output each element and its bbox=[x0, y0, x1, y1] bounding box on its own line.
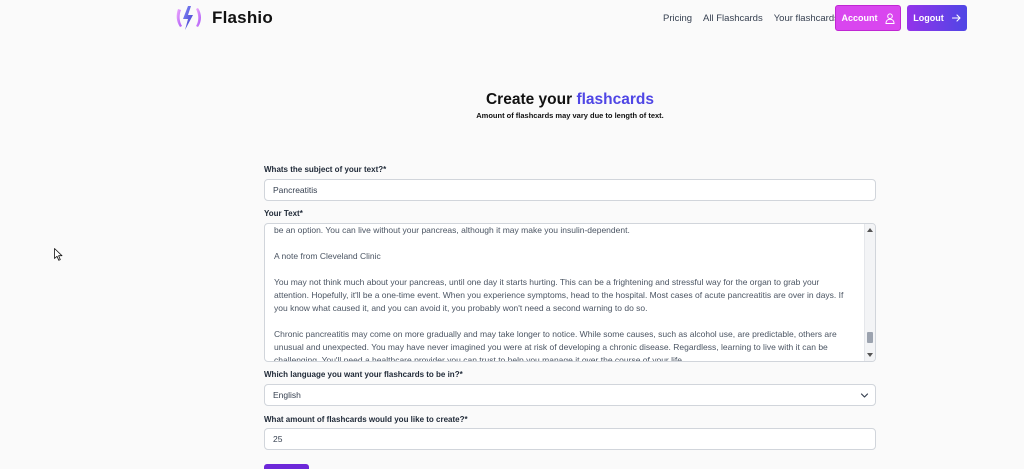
mouse-pointer-icon bbox=[54, 248, 63, 261]
page-title-accent: flashcards bbox=[576, 91, 654, 108]
text-label: Your Text* bbox=[264, 209, 303, 218]
text-input-scrollbar[interactable] bbox=[864, 224, 875, 361]
nav-links: Pricing All Flashcards Your flashcards bbox=[663, 13, 839, 24]
logout-button-label: Logout bbox=[913, 13, 944, 23]
page: Flashio Pricing All Flashcards Your flas… bbox=[0, 0, 1024, 469]
chevron-down-icon bbox=[860, 393, 869, 398]
text-line: be an option. You can live without your … bbox=[274, 225, 630, 235]
amount-input[interactable]: 25 bbox=[264, 428, 876, 450]
language-select-value: English bbox=[273, 390, 301, 400]
scroll-thumb[interactable] bbox=[867, 332, 873, 343]
text-input-content: be an option. You can live without your … bbox=[274, 224, 856, 362]
subject-input[interactable]: Pancreatitis bbox=[264, 179, 876, 201]
language-select[interactable]: English bbox=[264, 384, 876, 406]
arrow-right-icon bbox=[951, 14, 961, 22]
text-input[interactable]: be an option. You can live without your … bbox=[264, 223, 876, 362]
nav-link-all-flashcards[interactable]: All Flashcards bbox=[703, 13, 763, 24]
page-title: Create your flashcards bbox=[0, 91, 1024, 109]
text-line: A note from Cleveland Clinic bbox=[274, 251, 381, 261]
language-label: Which language you want your flashcards … bbox=[264, 370, 463, 379]
nav-link-your-flashcards[interactable]: Your flashcards bbox=[774, 13, 839, 24]
text-line: attention. Hopefully, it'll be a one-tim… bbox=[274, 290, 844, 300]
nav-link-pricing[interactable]: Pricing bbox=[663, 13, 692, 24]
page-title-prefix: Create your bbox=[485, 91, 573, 108]
amount-input-value: 25 bbox=[273, 434, 283, 444]
subject-label: Whats the subject of your text?* bbox=[264, 165, 387, 174]
scroll-down-icon[interactable] bbox=[867, 353, 873, 357]
navbar: Flashio Pricing All Flashcards Your flas… bbox=[0, 0, 1024, 36]
text-line: unusual and unexpected. You may have nev… bbox=[274, 342, 828, 352]
text-line: You may not think much about your pancre… bbox=[274, 277, 820, 287]
brand-name: Flashio bbox=[212, 8, 273, 27]
lightning-bolt-logo-icon bbox=[176, 6, 201, 30]
submit-button[interactable] bbox=[264, 464, 309, 469]
logout-button[interactable]: Logout bbox=[907, 5, 967, 31]
scroll-up-icon[interactable] bbox=[867, 228, 873, 232]
subject-input-value: Pancreatitis bbox=[273, 185, 318, 195]
text-line: Chronic pancreatitis may come on more gr… bbox=[274, 329, 837, 339]
account-button[interactable]: Account bbox=[835, 5, 901, 31]
account-button-label: Account bbox=[841, 13, 878, 23]
user-icon bbox=[884, 12, 895, 24]
text-line: you know what caused it, and you can avo… bbox=[274, 303, 648, 313]
amount-label: What amount of flashcards would you like… bbox=[264, 415, 468, 424]
text-line: challenging. You'll need a healthcare pr… bbox=[274, 355, 685, 362]
page-subtitle: Amount of flashcards may vary due to len… bbox=[476, 111, 664, 120]
brand[interactable]: Flashio bbox=[174, 5, 273, 31]
